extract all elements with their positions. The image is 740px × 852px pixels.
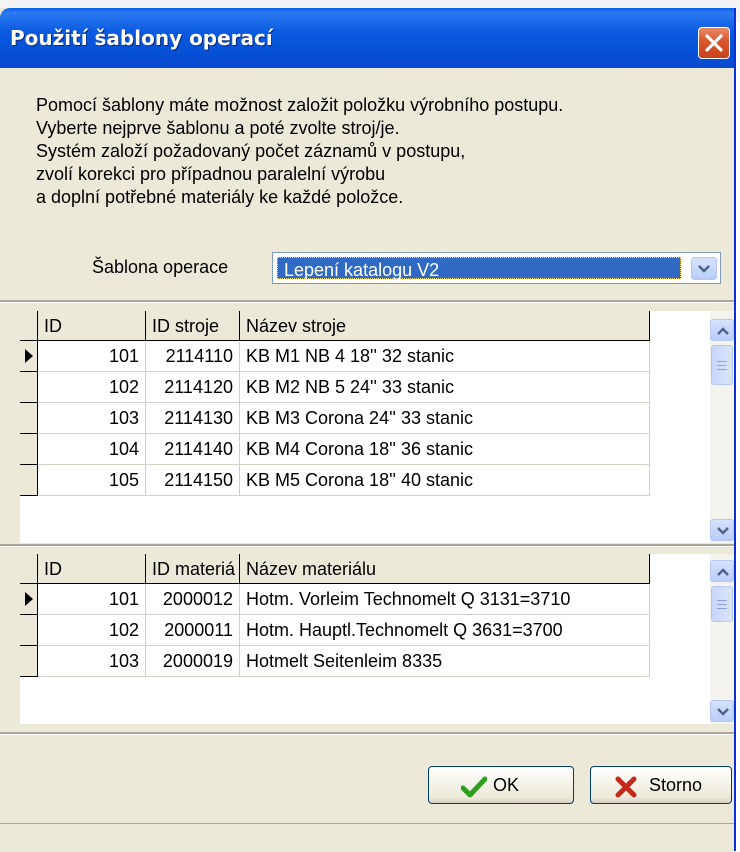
table-row[interactable]: 104 2114140 KB M4 Corona 18'' 36 stanic (20, 434, 650, 465)
row-indicator[interactable] (20, 372, 38, 403)
check-icon (461, 776, 487, 798)
materials-grid[interactable]: ID ID materiá Název materiálu 101 200001… (20, 554, 734, 724)
ok-button[interactable]: OK (428, 766, 574, 804)
separator (0, 544, 734, 547)
row-indicator[interactable] (20, 615, 38, 646)
row-pointer-icon (25, 349, 33, 363)
info-line: zvolí korekci pro případnou paralelní vý… (36, 164, 386, 184)
cell-machine-name: KB M1 NB 4 18'' 32 stanic (240, 341, 650, 372)
cell-id: 105 (38, 465, 146, 496)
table-row[interactable]: 105 2114150 KB M5 Corona 18'' 40 stanic (20, 465, 650, 496)
cell-machine-id: 2114120 (146, 372, 240, 403)
cell-machine-name: KB M3 Corona 24'' 33 stanic (240, 403, 650, 434)
window-title: Použití šablony operací (10, 26, 273, 50)
table-row[interactable]: 101 2000012 Hotm. Vorleim Technomelt Q 3… (20, 584, 650, 615)
cell-machine-id: 2114130 (146, 403, 240, 434)
grid-header: ID ID stroje Název stroje (20, 311, 650, 341)
cell-material-id: 2000011 (146, 615, 240, 646)
column-header-machine-name[interactable]: Název stroje (240, 311, 650, 341)
close-button[interactable] (698, 27, 730, 59)
cell-id: 101 (38, 584, 146, 615)
scroll-down-button[interactable] (710, 519, 734, 541)
column-header-material-id[interactable]: ID materiá (146, 554, 240, 584)
header-corner (20, 311, 38, 341)
chevron-down-icon (717, 527, 729, 535)
row-pointer-icon (25, 592, 33, 606)
column-header-id[interactable]: ID (38, 554, 146, 584)
template-dropdown-button[interactable] (691, 257, 717, 280)
cancel-label: Storno (649, 775, 703, 795)
cell-machine-name: KB M4 Corona 18'' 36 stanic (240, 434, 650, 465)
chevron-down-icon (717, 708, 729, 716)
table-row[interactable]: 103 2000019 Hotmelt Seitenleim 8335 (20, 646, 650, 677)
row-indicator[interactable] (20, 434, 38, 465)
cancel-button[interactable]: Storno (590, 766, 732, 804)
materials-scrollbar[interactable] (710, 554, 734, 724)
cell-material-id: 2000019 (146, 646, 240, 677)
info-line: Pomocí šablony máte možnost založit polo… (36, 95, 564, 115)
column-header-machine-id[interactable]: ID stroje (146, 311, 240, 341)
row-indicator[interactable] (20, 341, 38, 372)
x-icon (615, 776, 637, 798)
status-bar (0, 823, 734, 852)
cell-machine-id: 2114110 (146, 341, 240, 372)
cell-id: 102 (38, 372, 146, 403)
table-row[interactable]: 102 2114120 KB M2 NB 5 24'' 33 stanic (20, 372, 650, 403)
cell-id: 101 (38, 341, 146, 372)
row-indicator[interactable] (20, 465, 38, 496)
cell-material-name: Hotmelt Seitenleim 8335 (240, 646, 650, 677)
ok-label: OK (493, 775, 520, 795)
cell-id: 103 (38, 403, 146, 434)
title-bar[interactable]: Použití šablony operací (0, 8, 734, 68)
cell-id: 102 (38, 615, 146, 646)
cell-id: 103 (38, 646, 146, 677)
column-header-id[interactable]: ID (38, 311, 146, 341)
table-row[interactable]: 101 2114110 KB M1 NB 4 18'' 32 stanic (20, 341, 650, 372)
row-indicator[interactable] (20, 646, 38, 677)
cell-machine-name: KB M5 Corona 18'' 40 stanic (240, 465, 650, 496)
template-select[interactable]: Lepení katalogu V2 (272, 252, 721, 284)
info-line: a doplní potřebné materiály ke každé pol… (36, 187, 404, 207)
cell-material-id: 2000012 (146, 584, 240, 615)
row-indicator[interactable] (20, 584, 38, 615)
table-row[interactable]: 102 2000011 Hotm. Hauptl.Technomelt Q 36… (20, 615, 650, 646)
separator (0, 732, 734, 735)
cell-material-name: Hotm. Hauptl.Technomelt Q 3631=3700 (240, 615, 650, 646)
column-header-material-name[interactable]: Název materiálu (240, 554, 650, 584)
scroll-thumb[interactable] (711, 345, 733, 385)
cell-id: 104 (38, 434, 146, 465)
header-corner (20, 554, 38, 584)
scroll-thumb[interactable] (711, 586, 733, 622)
row-indicator[interactable] (20, 403, 38, 434)
grid-header: ID ID materiá Název materiálu (20, 554, 650, 584)
table-row[interactable]: 103 2114130 KB M3 Corona 24'' 33 stanic (20, 403, 650, 434)
info-line: Vyberte nejprve šablonu a poté zvolte st… (36, 118, 400, 138)
cell-machine-name: KB M2 NB 5 24'' 33 stanic (240, 372, 650, 403)
template-label: Šablona operace (92, 257, 229, 277)
close-icon (705, 34, 723, 52)
scroll-up-button[interactable] (710, 319, 734, 341)
chevron-up-icon (717, 568, 729, 576)
template-selected-value: Lepení katalogu V2 (277, 257, 681, 280)
cell-material-name: Hotm. Vorleim Technomelt Q 3131=3710 (240, 584, 650, 615)
scroll-up-button[interactable] (710, 560, 734, 582)
info-line: Systém založí požadovaný počet záznamů v… (36, 141, 466, 161)
template-value: Lepení katalogu V2 (284, 260, 440, 280)
separator (0, 300, 734, 303)
info-text: Pomocí šablony máte možnost založit polo… (36, 94, 563, 209)
machines-scrollbar[interactable] (710, 311, 734, 543)
chevron-down-icon (698, 265, 710, 273)
machines-grid[interactable]: ID ID stroje Název stroje 101 2114110 KB… (20, 311, 734, 543)
scroll-down-button[interactable] (710, 700, 734, 722)
dialog-window: Použití šablony operací Pomocí šablony m… (0, 8, 736, 852)
cell-machine-id: 2114150 (146, 465, 240, 496)
chevron-up-icon (717, 327, 729, 335)
cell-machine-id: 2114140 (146, 434, 240, 465)
